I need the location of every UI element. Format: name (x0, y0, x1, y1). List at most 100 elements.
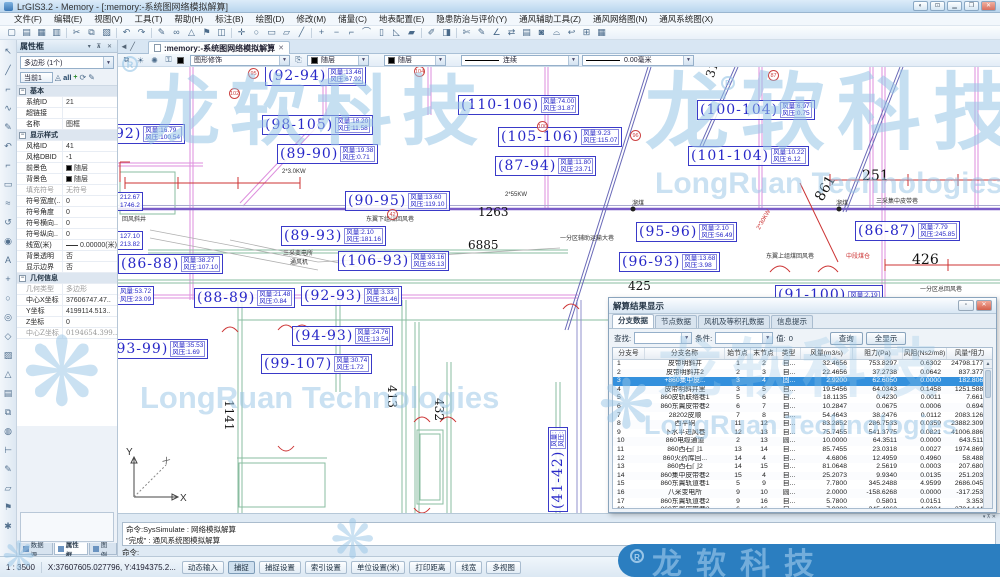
text-icon[interactable]: A (5, 251, 11, 270)
column-header[interactable]: 始节点 (725, 348, 751, 359)
menu-item[interactable]: 帮助(H) (168, 13, 209, 25)
back-icon[interactable]: ↩ (564, 26, 579, 39)
polyline-icon[interactable]: ⌐ (344, 26, 359, 39)
cursor-icon[interactable]: ↖ (4, 42, 12, 61)
rect-icon[interactable]: ▭ (264, 26, 279, 39)
paste-style-icon[interactable]: ⧉ (121, 55, 132, 65)
branch-label[interactable]: (86-88)风量:38.27风压:107.10 (118, 254, 223, 274)
dialog-title-bar[interactable]: 解算结果显示 ▫ ✕ (609, 298, 996, 314)
refresh-icon[interactable]: ⟳ (80, 73, 87, 82)
polyline-icon[interactable]: ⌐ (5, 80, 10, 99)
bulb-icon[interactable]: ☀ (135, 56, 146, 65)
branch-label[interactable]: (106-93)风量:93.16风压:65.13 (338, 251, 449, 271)
branch-label[interactable]: (110-106)风量:74.00风压:31.87 (458, 95, 579, 115)
property-row[interactable]: Z坐标0 (17, 317, 117, 328)
table-row[interactable]: 16八采变电所910圆...2.0000-158.62680.0000-317.… (613, 489, 992, 498)
hatch-icon[interactable]: ▨ (4, 346, 13, 365)
scrollbar-thumb[interactable] (985, 370, 991, 398)
menu-item[interactable]: 地表配置(E) (373, 13, 430, 25)
selection-combo[interactable]: 多边形 (1个) ▼ (20, 56, 114, 69)
pencil-icon[interactable]: ✎ (4, 118, 12, 137)
status-toggle-捕捉设置[interactable]: 捕捉设置 (259, 561, 301, 574)
property-row[interactable]: 风格ID41 (17, 141, 117, 152)
property-row[interactable]: 几何类型多边形 (17, 284, 87, 295)
property-group[interactable]: −显示样式 (17, 130, 117, 141)
table-row[interactable]: 9下水平进风巷1213自...75.7455541.37750.08214100… (613, 429, 992, 438)
table-row[interactable]: 12860火药库回...144自...4.680612.49590.496058… (613, 455, 992, 464)
branch-label[interactable]: (96-93)风量:13.68风压:3.98 (619, 252, 720, 272)
find-combo[interactable]: ▼ (634, 332, 692, 344)
chevron-down-icon[interactable]: ▼ (358, 56, 368, 65)
frame-icon[interactable]: ◫ (214, 26, 229, 39)
panel-controls[interactable]: ▾ ⊼ ✕ (88, 43, 114, 50)
column-header[interactable]: 风阻(Ns2/m8) (903, 348, 947, 359)
branch-label[interactable]: (100-104)风量:6.97风压:0.75 (697, 100, 815, 120)
quad-icon[interactable]: ▰ (404, 26, 419, 39)
table-row[interactable]: 1皮带明斜井12自...32.4656753.82970.630224798.1… (613, 360, 992, 369)
property-row[interactable]: 背景透明否 (17, 251, 117, 262)
cut-icon[interactable]: ✂ (69, 26, 84, 39)
grid-icon[interactable]: ▦ (594, 26, 609, 39)
column-header[interactable]: 类型 (777, 348, 801, 359)
flag-icon[interactable]: ⚑ (4, 498, 12, 517)
column-header[interactable]: 分支号 (613, 348, 645, 359)
tab-close-icon[interactable]: ✕ (278, 44, 284, 52)
linetype-combo[interactable]: 连续 ▼ (461, 55, 579, 66)
column-header[interactable]: 分支名称 (645, 348, 725, 359)
close-button[interactable]: ✕ (981, 1, 996, 11)
sun-icon[interactable]: ✺ (149, 56, 160, 65)
panel-tab[interactable]: 图例 (89, 543, 117, 555)
tri-icon[interactable]: ◺ (389, 26, 404, 39)
branch-label-partial[interactable]: 风量:53.72风压:23.09 (118, 286, 154, 305)
menu-item[interactable]: 工具(T) (129, 13, 169, 25)
menu-item[interactable]: 通风系统图(X) (653, 13, 719, 25)
branch-label[interactable]: (87-94)风量:11.80风压:23.71 (495, 156, 596, 176)
tab-nav-arrows[interactable]: ◄ ╱ (120, 42, 135, 51)
chevron-down-icon[interactable]: ▼ (103, 57, 113, 68)
arc2-icon[interactable]: ⌓ (549, 26, 564, 39)
status-toggle-单位设置(米)[interactable]: 单位设置(米) (351, 561, 406, 574)
scissors-icon[interactable]: ✄ (459, 26, 474, 39)
paste-icon[interactable]: ▧ (99, 26, 114, 39)
menu-item[interactable]: 通风网络图(N) (587, 13, 653, 25)
property-row[interactable]: 符号纵向..0 (17, 229, 117, 240)
save-icon[interactable]: ▦ (34, 26, 49, 39)
property-row[interactable]: 符号角度0 (17, 207, 117, 218)
doc-icon[interactable]: ▤ (519, 26, 534, 39)
folder-icon[interactable]: ▱ (5, 479, 12, 498)
undo-icon[interactable]: ↶ (119, 26, 134, 39)
line-icon[interactable]: ╱ (5, 61, 10, 80)
branch-label[interactable]: (89-90)风量:19.38风压:0.71 (277, 144, 378, 164)
clip-icon[interactable]: ⊞ (579, 26, 594, 39)
new-icon[interactable]: ▢ (4, 26, 19, 39)
value-field[interactable]: 0 (789, 334, 813, 343)
command-history[interactable]: 命令:SysSimulate : 网络模拟解算 "完成" : 通风系统图模拟解算 (122, 522, 996, 546)
ruler-icon[interactable]: ⊢ (4, 441, 12, 460)
status-toggle-动态输入[interactable]: 动态输入 (182, 561, 224, 574)
copy-icon[interactable]: ⧉ (5, 403, 11, 422)
pencil-icon[interactable]: ✎ (474, 26, 489, 39)
dialog-close-button[interactable]: ✕ (976, 300, 992, 311)
wave-icon[interactable]: ≈ (6, 194, 11, 213)
table-row[interactable]: 6860东翼皮带巷267自...10.28470.06750.00060.694… (613, 403, 992, 412)
move-icon[interactable]: ✛ (234, 26, 249, 39)
property-row[interactable]: Y坐标4199114.513.. (17, 306, 117, 317)
print-icon[interactable]: ▥ (49, 26, 64, 39)
filter-icon[interactable]: ◬ (55, 73, 61, 82)
property-row[interactable]: 超链接 (17, 108, 117, 119)
foreground-color-combo[interactable]: 随层 ▼ (307, 55, 369, 66)
dialog-tab[interactable]: 风机及等积孔数据 (698, 315, 770, 328)
spline-icon[interactable]: ∿ (4, 99, 12, 118)
chevron-down-icon[interactable]: ▼ (279, 56, 289, 65)
branch-label[interactable]: (93-99)风量:35.53风压:1.69 (118, 339, 208, 359)
table-scrollbar[interactable]: ▲ (983, 360, 992, 508)
current-view-combo[interactable]: 当前1 (20, 72, 53, 83)
dialog-minimize-button[interactable]: ▫ (958, 300, 974, 311)
edit-icon[interactable]: ✎ (4, 460, 12, 479)
branch-label[interactable]: (95-96)风量:2.10风压:56.49 (636, 222, 737, 242)
menu-item[interactable]: 储量(C) (332, 13, 373, 25)
info-icon[interactable]: ◍ (4, 422, 12, 441)
add-button[interactable]: + (73, 74, 77, 81)
column-header[interactable]: 风量(m3/s) (801, 348, 853, 359)
arc-icon[interactable]: ⌒ (359, 26, 374, 39)
